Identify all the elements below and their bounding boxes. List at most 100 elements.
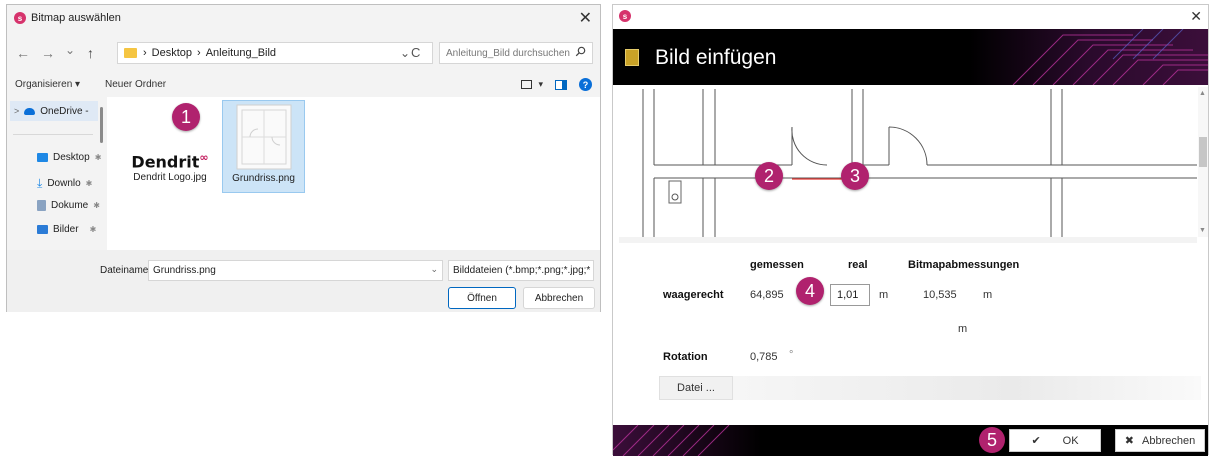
navigation-pane: > OneDrive - Desktop ✱ ⤓ Downlo ✱ Dokume… bbox=[7, 97, 107, 250]
document-icon bbox=[37, 200, 46, 211]
measured-value: 64,895 bbox=[750, 289, 784, 301]
folder-icon bbox=[124, 48, 137, 58]
filetype-value: Bilddateien (*.bmp;*.png;*.jpg;* bbox=[453, 265, 591, 276]
view-dropdown-icon[interactable]: ▾ bbox=[538, 79, 543, 90]
forward-arrow-icon[interactable]: → bbox=[41, 45, 55, 61]
search-input[interactable]: Anleitung_Bild durchsuchen bbox=[439, 42, 593, 64]
file-dialog: s Bitmap auswählen ✕ ← → ⌄ ↑ › Desktop ›… bbox=[6, 4, 601, 312]
cancel-label: Abbrechen bbox=[1142, 434, 1196, 447]
file-name: Grundriss.png bbox=[232, 173, 295, 184]
preview-pane-icon[interactable] bbox=[555, 79, 567, 90]
step-badge-3: 3 bbox=[841, 162, 869, 190]
scroll-up-icon[interactable]: ▲ bbox=[1199, 90, 1206, 97]
breadcrumb-desktop[interactable]: Desktop bbox=[152, 47, 192, 59]
sidebar-item-label: Downlo bbox=[47, 178, 81, 189]
desktop-icon bbox=[37, 153, 48, 162]
close-button[interactable]: ✕ bbox=[579, 8, 592, 28]
sidebar-item-label: Dokume bbox=[51, 200, 89, 211]
pin-icon: ✱ bbox=[93, 201, 100, 210]
column-header-bitmap-dimensions: Bitmapabmessungen bbox=[908, 259, 1020, 271]
scroll-down-icon[interactable]: ▼ bbox=[1199, 227, 1206, 234]
floorplan-preview[interactable] bbox=[619, 87, 1197, 237]
rotation-unit: ° bbox=[789, 349, 794, 361]
file-item-grundriss[interactable]: Grundriss.png bbox=[222, 100, 305, 193]
real-unit: m bbox=[879, 289, 889, 301]
floorplan-thumbnail bbox=[236, 104, 291, 170]
dialog-title: Bild einfügen bbox=[655, 46, 777, 69]
checkmark-icon: ✔ bbox=[1031, 435, 1041, 447]
filetype-select[interactable]: Bilddateien (*.bmp;*.png;*.jpg;* bbox=[448, 260, 594, 281]
sidebar-item-onedrive[interactable]: > OneDrive - bbox=[10, 101, 98, 121]
help-icon[interactable]: ? bbox=[579, 78, 592, 91]
insert-image-dialog: s ✕ Bild einfügen ▲ ▼ 2 3 gemessen real … bbox=[612, 4, 1209, 456]
dialog-footer: 5 ✔ OK ✖ Abbrechen bbox=[613, 425, 1208, 456]
horizontal-scrollbar[interactable] bbox=[619, 237, 1197, 243]
cloud-icon bbox=[24, 107, 36, 115]
address-bar[interactable]: › Desktop › Anleitung_Bild ⌄ bbox=[117, 42, 433, 64]
step-badge-4: 4 bbox=[796, 277, 824, 305]
sidebar-scrollbar[interactable] bbox=[100, 107, 103, 143]
open-button[interactable]: Öffnen bbox=[448, 287, 516, 309]
dendrit-logo-thumbnail: Dendrit∞ bbox=[131, 151, 209, 172]
view-mode-icon[interactable] bbox=[521, 80, 533, 89]
rotation-label: Rotation bbox=[663, 351, 708, 363]
file-name: Dendrit Logo.jpg bbox=[133, 172, 207, 184]
insert-dialog-titlebar: s ✕ bbox=[613, 5, 1208, 29]
filename-value: Grundriss.png bbox=[153, 265, 216, 276]
back-arrow-icon[interactable]: ← bbox=[16, 45, 30, 61]
horizontal-label: waagerecht bbox=[663, 289, 724, 301]
file-dialog-titlebar: s Bitmap auswählen ✕ bbox=[7, 5, 600, 31]
bitmap-width-value: 10,535 bbox=[923, 289, 957, 301]
cancel-button[interactable]: ✖ Abbrechen bbox=[1115, 429, 1205, 452]
pictures-icon bbox=[37, 225, 48, 234]
file-dialog-footer: Dateiname: Grundriss.png ⌄ Bilddateien (… bbox=[7, 250, 600, 312]
refresh-icon[interactable]: C bbox=[411, 45, 420, 60]
close-button[interactable]: ✕ bbox=[1190, 8, 1202, 25]
command-bar: Organisieren ▾ Neuer Ordner ▾ ? bbox=[7, 73, 600, 97]
pin-icon: ✱ bbox=[89, 225, 97, 234]
expand-chevron-icon[interactable]: > bbox=[14, 106, 19, 116]
history-dropdown-icon[interactable]: ⌄ bbox=[65, 43, 75, 57]
ok-button[interactable]: ✔ OK bbox=[1009, 429, 1101, 452]
sidebar-item-label: OneDrive - bbox=[40, 105, 89, 117]
step-badge-5: 5 bbox=[979, 427, 1005, 453]
pin-icon: ✱ bbox=[85, 179, 93, 188]
circuit-decoration bbox=[1012, 29, 1208, 85]
step-badge-2: 2 bbox=[755, 162, 783, 190]
sidebar-item-label: Bilder bbox=[53, 224, 79, 235]
close-icon: ✖ bbox=[1124, 435, 1134, 447]
up-arrow-icon[interactable]: ↑ bbox=[87, 45, 94, 61]
floorplan-drawing bbox=[642, 89, 1197, 237]
ok-label: OK bbox=[1062, 434, 1079, 447]
organize-menu[interactable]: Organisieren ▾ bbox=[15, 79, 80, 90]
chevron-down-icon[interactable]: ⌄ bbox=[430, 264, 438, 275]
sidebar-item-downloads[interactable]: ⤓ Downlo ✱ bbox=[37, 176, 92, 191]
file-path-field bbox=[733, 376, 1201, 400]
navigation-bar: ← → ⌄ ↑ › Desktop › Anleitung_Bild ⌄ C A… bbox=[7, 31, 600, 73]
scrollbar-thumb[interactable] bbox=[1199, 137, 1207, 167]
breadcrumb-separator: › bbox=[143, 47, 147, 59]
sidebar-item-desktop[interactable]: Desktop ✱ bbox=[37, 152, 101, 163]
address-dropdown-icon[interactable]: ⌄ bbox=[400, 46, 410, 60]
download-icon: ⤓ bbox=[37, 176, 43, 190]
column-header-measured: gemessen bbox=[750, 259, 804, 271]
cancel-button[interactable]: Abbrechen bbox=[523, 287, 595, 309]
pin-icon: ✱ bbox=[94, 153, 102, 162]
choose-file-button[interactable]: Datei ... bbox=[659, 376, 733, 400]
vertical-scrollbar[interactable]: ▲ ▼ bbox=[1198, 87, 1208, 237]
sidebar-divider bbox=[13, 134, 93, 135]
circuit-decoration bbox=[613, 425, 730, 456]
real-length-input[interactable]: 1,01 bbox=[830, 284, 870, 306]
filename-input[interactable]: Grundriss.png ⌄ bbox=[148, 260, 443, 281]
file-dialog-title: Bitmap auswählen bbox=[31, 12, 121, 24]
file-item-dendrit-logo[interactable]: Dendrit∞ Dendrit Logo.jpg bbox=[125, 137, 215, 193]
second-row-unit: m bbox=[958, 323, 968, 335]
image-icon bbox=[625, 49, 639, 66]
sidebar-item-documents[interactable]: Dokume ✱ bbox=[37, 200, 100, 211]
sidebar-item-pictures[interactable]: Bilder ✱ bbox=[37, 224, 96, 235]
rotation-value: 0,785 bbox=[750, 351, 778, 363]
app-logo-icon: s bbox=[14, 12, 26, 24]
breadcrumb-anleitung-bild[interactable]: Anleitung_Bild bbox=[206, 47, 276, 59]
new-folder-button[interactable]: Neuer Ordner bbox=[105, 79, 166, 90]
search-icon bbox=[575, 46, 586, 57]
